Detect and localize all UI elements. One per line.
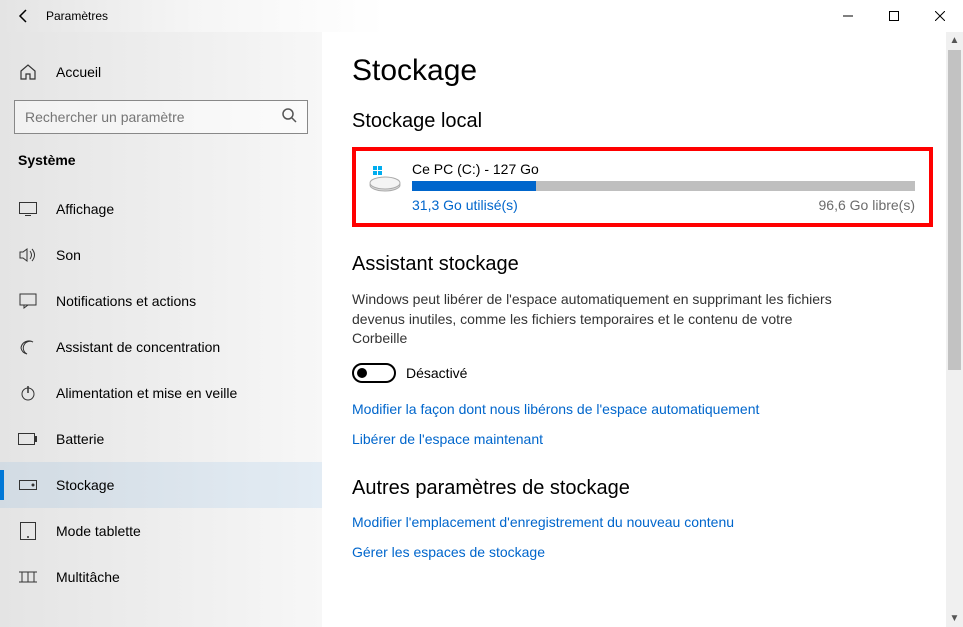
minimize-button[interactable] — [825, 0, 871, 32]
sidebar-section-label: Système — [0, 152, 322, 168]
sidebar-item-label: Assistant de concentration — [56, 339, 220, 355]
power-icon — [18, 383, 38, 403]
content-area: Stockage Stockage local Ce PC (C:) - 127… — [322, 32, 963, 627]
disk-highlight-box: Ce PC (C:) - 127 Go 31,3 Go utilisé(s) 9… — [352, 147, 933, 227]
scroll-up-arrow-icon[interactable]: ▲ — [946, 32, 963, 49]
search-icon — [281, 107, 297, 128]
disk-used-label: 31,3 Go utilisé(s) — [412, 197, 518, 213]
display-icon — [18, 199, 38, 219]
disk-title: Ce PC (C:) - 127 Go — [412, 161, 915, 177]
sidebar-item-tablet-mode[interactable]: Mode tablette — [0, 508, 322, 554]
link-configure-storage-sense[interactable]: Modifier la façon dont nous libérons de … — [352, 401, 933, 417]
window-title: Paramètres — [46, 9, 108, 23]
notifications-icon — [18, 291, 38, 311]
storage-icon — [18, 475, 38, 495]
focus-assist-icon — [18, 337, 38, 357]
toggle-knob — [357, 368, 367, 378]
sidebar-item-label: Son — [56, 247, 81, 263]
back-button[interactable] — [8, 0, 40, 32]
sound-icon — [18, 245, 38, 265]
window-controls — [825, 0, 963, 32]
sidebar-item-label: Alimentation et mise en veille — [56, 385, 237, 401]
toggle-state-label: Désactivé — [406, 365, 467, 381]
sidebar-item-display[interactable]: Affichage — [0, 186, 322, 232]
sidebar-item-notifications[interactable]: Notifications et actions — [0, 278, 322, 324]
search-input[interactable] — [25, 109, 281, 125]
sidebar-nav: Affichage Son Notifications et actions A… — [0, 186, 322, 600]
scroll-down-arrow-icon[interactable]: ▼ — [946, 610, 963, 627]
battery-icon — [18, 429, 38, 449]
link-manage-storage-spaces[interactable]: Gérer les espaces de stockage — [352, 544, 933, 560]
close-button[interactable] — [917, 0, 963, 32]
sidebar-item-label: Stockage — [56, 477, 114, 493]
storage-sense-description: Windows peut libérer de l'espace automat… — [352, 290, 832, 349]
sidebar-item-focus-assist[interactable]: Assistant de concentration — [0, 324, 322, 370]
sidebar-item-label: Notifications et actions — [56, 293, 196, 309]
storage-sense-toggle[interactable] — [352, 363, 396, 383]
vertical-scrollbar[interactable]: ▲ ▼ — [946, 32, 963, 627]
link-free-space-now[interactable]: Libérer de l'espace maintenant — [352, 431, 933, 447]
storage-sense-heading: Assistant stockage — [352, 253, 933, 276]
sidebar-item-sound[interactable]: Son — [0, 232, 322, 278]
sidebar-item-label: Batterie — [56, 431, 104, 447]
disk-row[interactable]: Ce PC (C:) - 127 Go 31,3 Go utilisé(s) 9… — [366, 161, 915, 213]
sidebar-home-label: Accueil — [56, 64, 101, 80]
titlebar: Paramètres — [0, 0, 963, 32]
sidebar-item-battery[interactable]: Batterie — [0, 416, 322, 462]
sidebar-item-label: Multitâche — [56, 569, 120, 585]
link-change-save-location[interactable]: Modifier l'emplacement d'enregistrement … — [352, 514, 933, 530]
disk-drive-icon — [366, 161, 404, 199]
disk-free-label: 96,6 Go libre(s) — [819, 197, 915, 213]
page-title: Stockage — [352, 54, 933, 88]
sidebar-item-label: Affichage — [56, 201, 114, 217]
sidebar-item-storage[interactable]: Stockage — [0, 462, 322, 508]
disk-info: Ce PC (C:) - 127 Go 31,3 Go utilisé(s) 9… — [412, 161, 915, 213]
home-icon — [18, 62, 38, 82]
scroll-thumb[interactable] — [948, 50, 961, 370]
tablet-icon — [18, 521, 38, 541]
search-input-wrap[interactable] — [14, 100, 308, 134]
multitask-icon — [18, 567, 38, 587]
sidebar-home[interactable]: Accueil — [0, 50, 322, 94]
sidebar-item-label: Mode tablette — [56, 523, 141, 539]
other-storage-heading: Autres paramètres de stockage — [352, 477, 933, 500]
disk-usage-fill — [412, 181, 536, 191]
sidebar-item-power[interactable]: Alimentation et mise en veille — [0, 370, 322, 416]
disk-usage-bar — [412, 181, 915, 191]
sidebar: Accueil Système Affichage So — [0, 32, 322, 627]
maximize-button[interactable] — [871, 0, 917, 32]
sidebar-item-multitasking[interactable]: Multitâche — [0, 554, 322, 600]
local-storage-heading: Stockage local — [352, 110, 933, 133]
